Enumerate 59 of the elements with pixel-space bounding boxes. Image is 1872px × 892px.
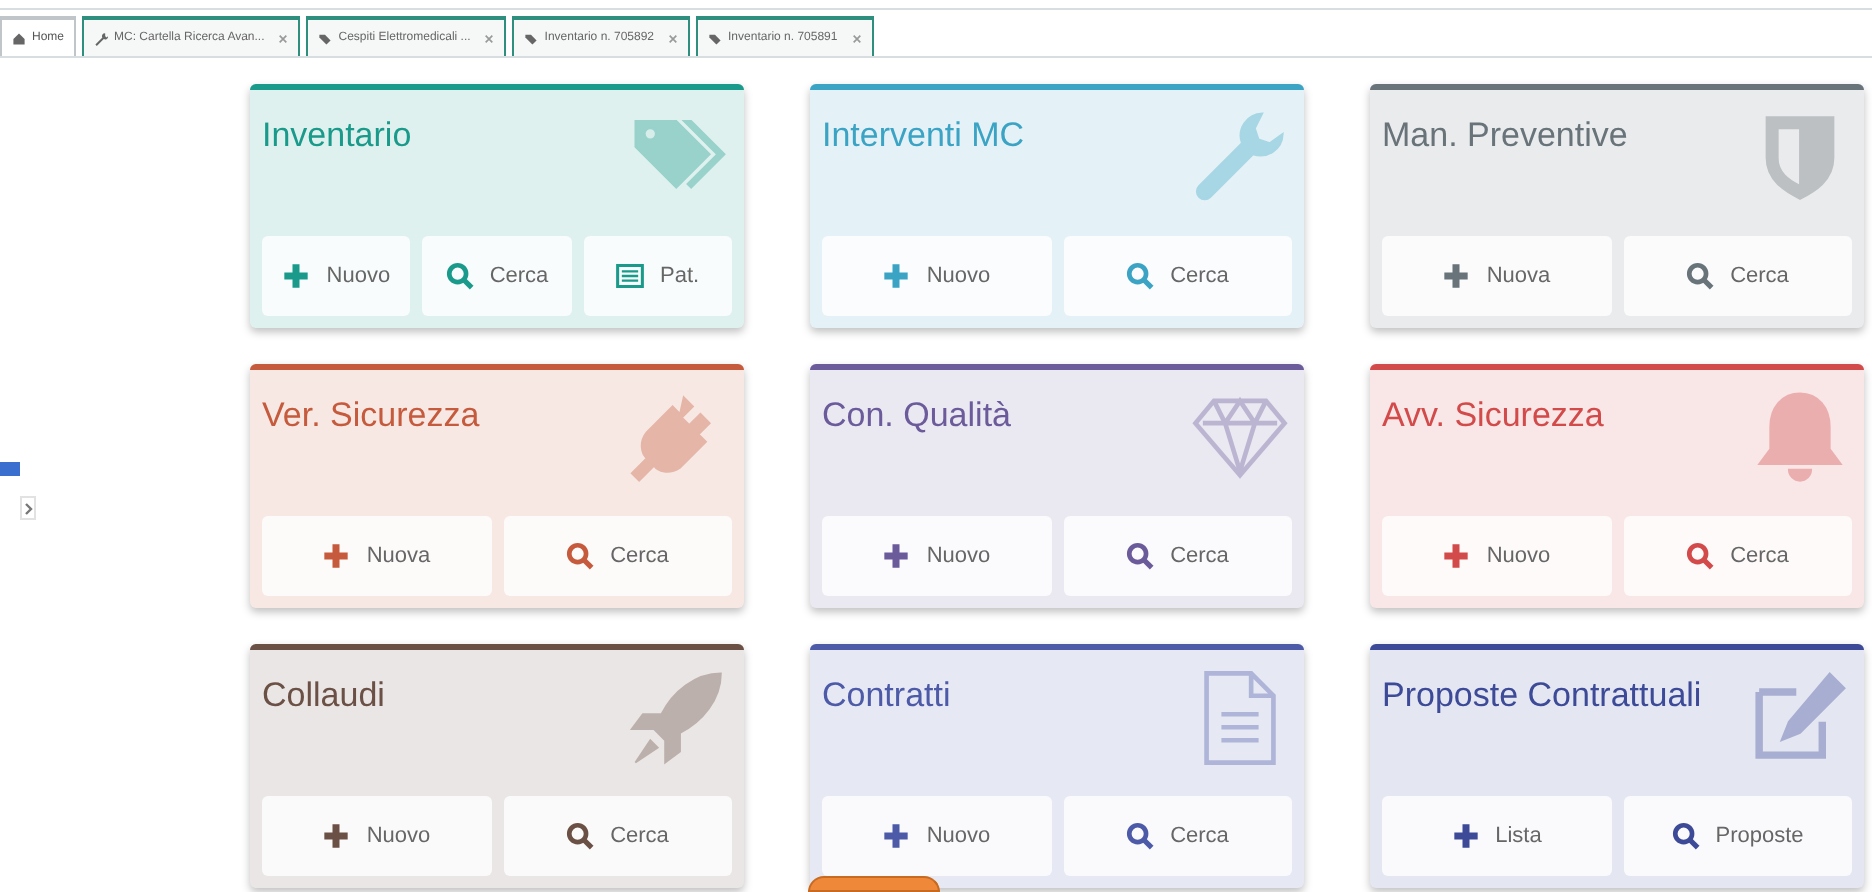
plus-icon	[1442, 262, 1471, 290]
plus-icon	[1451, 822, 1480, 850]
tag-icon	[524, 31, 539, 45]
search-icon	[1126, 542, 1155, 570]
sidebar-handle[interactable]	[0, 462, 20, 476]
card-title: Collaudi	[262, 674, 385, 718]
close-icon[interactable]	[484, 33, 495, 43]
list-icon	[616, 262, 645, 290]
card-button[interactable]: Nuovo	[822, 236, 1051, 316]
tag-icon	[708, 31, 723, 45]
card-title: Proposte Contrattuali	[1382, 674, 1702, 718]
close-icon[interactable]	[668, 33, 679, 43]
search-icon	[1671, 822, 1700, 850]
card-button[interactable]: Nuovo	[262, 796, 491, 876]
plus-icon	[322, 822, 351, 850]
search-icon	[566, 822, 595, 850]
search-icon	[1126, 822, 1155, 850]
card-button[interactable]: Cerca	[1063, 796, 1292, 876]
plus-icon	[882, 822, 911, 850]
floating-action-button[interactable]	[808, 876, 940, 892]
search-icon	[1686, 542, 1715, 570]
card-button[interactable]: Cerca	[1063, 516, 1292, 596]
card-title: Con. Qualità	[822, 394, 1011, 438]
card-button[interactable]: Lista	[1382, 796, 1611, 876]
card-button[interactable]: Nuovo	[822, 516, 1051, 596]
card-button[interactable]: Cerca	[1623, 236, 1852, 316]
wrench-icon	[94, 31, 109, 45]
tag-icon	[318, 31, 333, 45]
card-title: Man. Preventive	[1382, 114, 1628, 158]
card-title: Contratti	[822, 674, 951, 718]
card-title: Inventario	[262, 114, 412, 158]
close-icon[interactable]	[851, 33, 862, 43]
expand-icon[interactable]	[20, 496, 36, 520]
home-icon	[12, 31, 26, 45]
plus-icon	[882, 262, 911, 290]
search-icon	[566, 542, 595, 570]
search-icon	[445, 262, 474, 290]
card-button[interactable]: Cerca	[503, 516, 732, 596]
card-button[interactable]: Pat.	[583, 236, 732, 316]
plus-icon	[322, 542, 351, 570]
plus-icon	[1442, 542, 1471, 570]
card-button[interactable]: Cerca	[1063, 236, 1292, 316]
card-title: Avv. Sicurezza	[1382, 394, 1604, 438]
card-button[interactable]: Nuovo	[262, 236, 411, 316]
plus-icon	[282, 262, 311, 290]
card-title: Interventi MC	[822, 114, 1025, 158]
search-icon	[1686, 262, 1715, 290]
plus-icon	[882, 542, 911, 570]
card-button[interactable]: Cerca	[1623, 516, 1852, 596]
search-icon	[1126, 262, 1155, 290]
card-button[interactable]: Proposte	[1623, 796, 1852, 876]
card-button[interactable]: Nuova	[1382, 236, 1611, 316]
card-button[interactable]: Nuova	[262, 516, 491, 596]
card-button[interactable]: Cerca	[422, 236, 572, 316]
card-button[interactable]: Cerca	[503, 796, 732, 876]
card-title: Ver. Sicurezza	[262, 394, 480, 438]
close-icon[interactable]	[278, 33, 289, 43]
card-button[interactable]: Nuovo	[822, 796, 1051, 876]
card-button[interactable]: Nuovo	[1382, 516, 1611, 596]
